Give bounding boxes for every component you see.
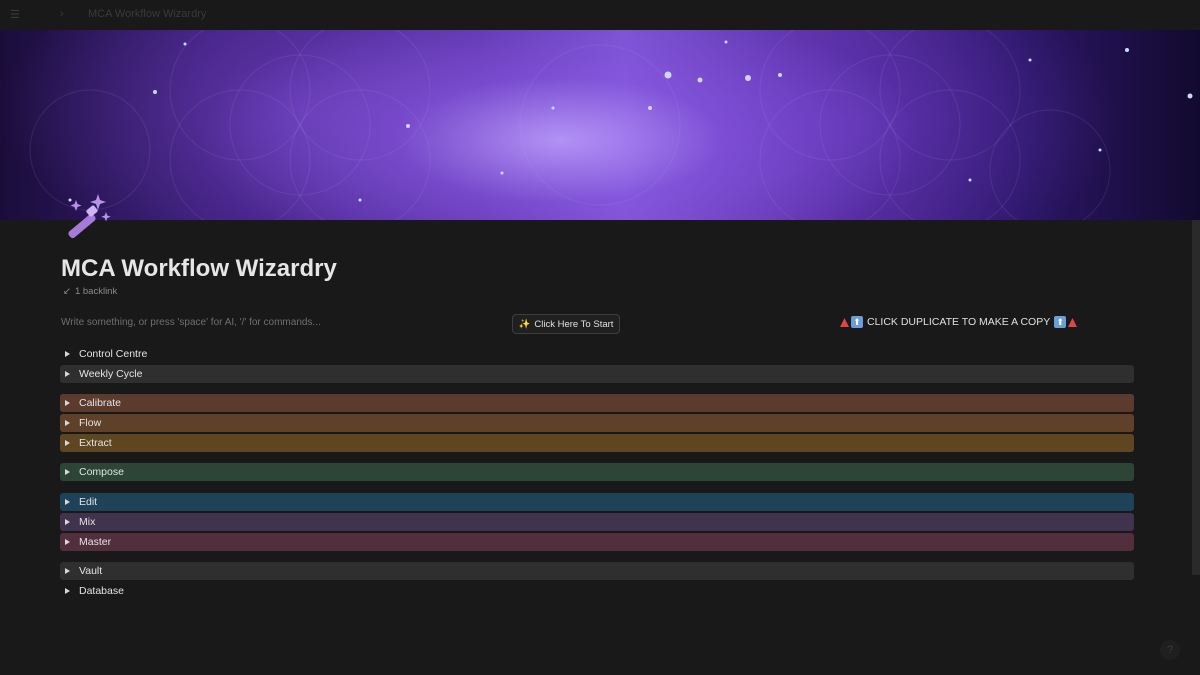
- toggle-calibrate[interactable]: Calibrate: [60, 394, 1134, 412]
- triangle-right-icon: [65, 440, 70, 446]
- toggle-label: Master: [79, 536, 112, 548]
- triangle-right-icon: [65, 499, 70, 505]
- toggle-label: Calibrate: [79, 397, 122, 409]
- cover-image: [0, 30, 1200, 220]
- triangle-right-icon: [65, 539, 70, 545]
- up-arrow-icon: ⬆: [851, 316, 863, 328]
- toggle-label: Extract: [79, 437, 112, 449]
- toggle-label: Control Centre: [79, 348, 148, 360]
- triangle-right-icon: [65, 588, 70, 594]
- toggle-database[interactable]: Database: [60, 582, 1134, 600]
- toggle-flow[interactable]: Flow: [60, 414, 1134, 432]
- magic-wand-icon: ✨: [518, 318, 531, 330]
- triangle-right-icon: [65, 420, 70, 426]
- start-button-label: Click Here To Start: [534, 318, 614, 330]
- toggle-compose[interactable]: Compose: [60, 463, 1134, 481]
- triangle-right-icon: [65, 351, 70, 357]
- arrow-down-left-icon: ↙: [63, 286, 71, 297]
- page-title: MCA Workflow Wizardry: [61, 255, 337, 282]
- duplicate-notice: ⬆ CLICK DUPLICATE TO MAKE A COPY ⬆: [840, 316, 1078, 328]
- toggle-control-centre[interactable]: Control Centre: [60, 345, 1134, 363]
- triangle-right-icon: [65, 568, 70, 574]
- chevron-right-icon: ›: [60, 8, 64, 20]
- toggle-master[interactable]: Master: [60, 533, 1134, 551]
- toggle-label: Edit: [79, 496, 98, 508]
- start-button[interactable]: ✨ Click Here To Start: [512, 314, 620, 334]
- toggle-label: Database: [79, 585, 124, 597]
- triangle-right-icon: [65, 519, 70, 525]
- triangle-right-icon: [65, 400, 70, 406]
- toggle-label: Mix: [79, 516, 96, 528]
- toggle-extract[interactable]: Extract: [60, 434, 1134, 452]
- editor-placeholder[interactable]: Write something, or press 'space' for AI…: [61, 317, 321, 328]
- top-bar: ☰ › MCA Workflow Wizardry: [0, 0, 1200, 30]
- red-triangle-icon: [1068, 317, 1078, 327]
- magic-wand-icon[interactable]: [62, 192, 114, 240]
- backlink-label: 1 backlink: [74, 286, 118, 297]
- up-arrow-icon: ⬆: [1054, 316, 1067, 328]
- sidebar-toggle-icon[interactable]: ☰: [10, 8, 20, 21]
- scrollbar[interactable]: [1192, 220, 1200, 575]
- toggle-vault[interactable]: Vault: [60, 562, 1134, 580]
- toggle-weekly-cycle[interactable]: Weekly Cycle: [60, 365, 1134, 383]
- toggle-edit[interactable]: Edit: [60, 493, 1134, 511]
- toggle-label: Compose: [79, 466, 124, 478]
- duplicate-notice-text: CLICK DUPLICATE TO MAKE A COPY: [867, 316, 1051, 328]
- help-button[interactable]: ?: [1160, 640, 1180, 660]
- toggle-label: Flow: [79, 417, 102, 429]
- breadcrumb[interactable]: MCA Workflow Wizardry: [88, 8, 206, 20]
- triangle-right-icon: [65, 469, 70, 475]
- toggle-label: Vault: [79, 565, 103, 577]
- triangle-right-icon: [65, 371, 70, 377]
- red-triangle-icon: [840, 317, 849, 327]
- backlink[interactable]: ↙ 1 backlink: [63, 286, 117, 297]
- toggle-mix[interactable]: Mix: [60, 513, 1134, 531]
- toggle-label: Weekly Cycle: [79, 368, 143, 380]
